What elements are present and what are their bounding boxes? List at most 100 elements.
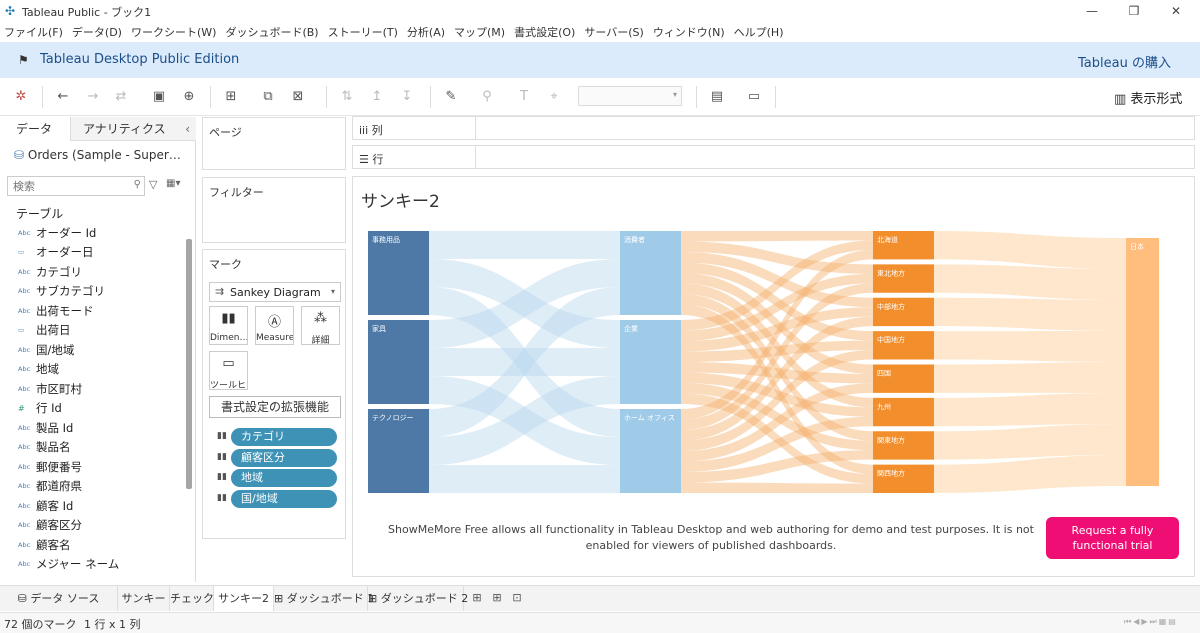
- label-icon[interactable]: T: [515, 88, 533, 106]
- field-list-scrollbar[interactable]: [186, 239, 192, 489]
- dimension-button[interactable]: ▮▮ Dimen…: [209, 306, 248, 345]
- field-item[interactable]: Abc 都道府県: [0, 477, 182, 497]
- list-view-icon[interactable]: ▦▾: [166, 178, 180, 189]
- search-input[interactable]: [8, 177, 126, 195]
- mark-type-dropdown[interactable]: ⇉ Sankey Diagram ▾: [209, 282, 341, 302]
- marks-pill-category[interactable]: カテゴリ: [231, 428, 337, 446]
- request-trial-button[interactable]: Request a fully functional trial: [1046, 517, 1179, 559]
- menu-analysis[interactable]: 分析(A): [407, 24, 445, 40]
- tab-data[interactable]: データ: [0, 117, 70, 141]
- pin-icon[interactable]: ⌖: [545, 88, 563, 106]
- presentation-mode-icon[interactable]: ▭: [745, 88, 763, 106]
- field-item[interactable]: Abc 顧客名: [0, 535, 182, 555]
- field-item[interactable]: Abc 顧客区分: [0, 516, 182, 536]
- tab-sheet-sankey[interactable]: サンキー: [118, 586, 170, 611]
- restore-icon[interactable]: ❐: [1124, 2, 1144, 20]
- menu-data[interactable]: データ(D): [72, 24, 122, 40]
- menu-worksheet[interactable]: ワークシート(W): [131, 24, 216, 40]
- menu-dashboard[interactable]: ダッシュボード(B): [225, 24, 318, 40]
- field-item[interactable]: Abc メジャー ネーム: [0, 555, 182, 575]
- tooltip-button[interactable]: ▭ ツールヒ…: [209, 351, 248, 391]
- sankey-flow[interactable]: [681, 482, 873, 494]
- sheet-navigation-icons[interactable]: ⏮◀▶⏭▦▤: [1124, 617, 1178, 627]
- clear-sheet-icon[interactable]: ⊠: [289, 88, 307, 106]
- sankey-flow[interactable]: [934, 297, 1126, 331]
- save-icon[interactable]: ▣: [150, 88, 168, 106]
- new-worksheet-tab-icon[interactable]: ⊞: [469, 591, 485, 604]
- sankey-chart[interactable]: 事務用品家具テクノロジー 消費者企業ホーム オフィス 北海道東北地方中部地方中国地方…: [353, 213, 1196, 498]
- sankey-flow[interactable]: [429, 465, 620, 493]
- new-worksheet-icon[interactable]: ⊞: [222, 88, 240, 106]
- menu-format[interactable]: 書式設定(O): [514, 24, 575, 40]
- field-item[interactable]: Abc カテゴリ: [0, 262, 182, 282]
- format-extension-button[interactable]: 書式設定の拡張機能: [209, 396, 341, 418]
- sankey-flow[interactable]: [934, 424, 1126, 460]
- field-item[interactable]: ▭ オーダー日: [0, 243, 182, 263]
- replay-icon[interactable]: ⇄: [112, 88, 130, 106]
- tab-sheet-check[interactable]: チェック: [170, 586, 214, 611]
- sort-ascending-icon[interactable]: ↥: [368, 88, 386, 106]
- new-story-tab-icon[interactable]: ⊡: [509, 591, 525, 604]
- field-item[interactable]: Abc オーダー Id: [0, 223, 182, 243]
- sankey-flow[interactable]: [934, 393, 1126, 427]
- detail-button[interactable]: ⁂ 詳細: [301, 306, 340, 346]
- tab-dashboard-2[interactable]: ⊞ ダッシュボード 2: [368, 586, 468, 611]
- marks-pill-segment[interactable]: 顧客区分: [231, 449, 337, 467]
- menu-story[interactable]: ストーリー(T): [328, 24, 398, 40]
- swap-icon[interactable]: ⇅: [338, 88, 356, 106]
- sankey-flow[interactable]: [934, 231, 1126, 269]
- sankey-flow[interactable]: [934, 331, 1126, 362]
- close-icon[interactable]: ✕: [1166, 2, 1186, 20]
- tab-datasource[interactable]: ⛁ データ ソース: [0, 586, 118, 611]
- field-item[interactable]: Abc 製品 Id: [0, 418, 182, 438]
- sankey-flow[interactable]: [934, 455, 1126, 493]
- field-item[interactable]: Abc 国/地域: [0, 340, 182, 360]
- group-icon[interactable]: ⚲: [478, 88, 496, 106]
- marks-pill-region[interactable]: 地域: [231, 469, 337, 487]
- tableau-home-icon[interactable]: ✲: [12, 88, 30, 106]
- marks-pill-country[interactable]: 国/地域: [231, 490, 337, 508]
- field-item[interactable]: Abc 市区町村: [0, 379, 182, 399]
- measure-button[interactable]: Ⓐ Measure: [255, 306, 294, 345]
- highlight-icon[interactable]: ✎: [442, 88, 460, 106]
- sort-descending-icon[interactable]: ↧: [398, 88, 416, 106]
- field-item[interactable]: Abc 地域: [0, 360, 182, 380]
- collapse-pane-icon[interactable]: ‹: [185, 117, 190, 141]
- new-dashboard-tab-icon[interactable]: ⊞: [489, 591, 505, 604]
- sankey-flow[interactable]: [934, 264, 1126, 300]
- fit-dropdown[interactable]: ▾: [578, 86, 682, 106]
- field-item[interactable]: # 行 Id: [0, 399, 182, 419]
- menu-help[interactable]: ヘルプ(H): [734, 24, 784, 40]
- sankey-node[interactable]: [1126, 238, 1159, 486]
- columns-shelf[interactable]: iii 列: [352, 116, 1195, 140]
- field-item[interactable]: Abc 郵便番号: [0, 457, 182, 477]
- filter-icon[interactable]: ▽: [149, 178, 157, 191]
- buy-tableau-link[interactable]: Tableau の購入: [1078, 52, 1171, 71]
- field-item[interactable]: Abc 出荷モード: [0, 301, 182, 321]
- field-item[interactable]: Abc 製品名: [0, 438, 182, 458]
- tab-sheet-sankey2[interactable]: サンキー2: [214, 586, 274, 611]
- sankey-flow[interactable]: [429, 231, 620, 259]
- menu-server[interactable]: サーバー(S): [584, 24, 643, 40]
- minimize-icon[interactable]: —: [1082, 2, 1102, 20]
- tab-dashboard-1[interactable]: ⊞ ダッシュボード 1: [274, 586, 374, 611]
- search-icon[interactable]: ⚲: [134, 179, 141, 190]
- menu-file[interactable]: ファイル(F): [4, 24, 63, 40]
- show-me-button[interactable]: ▥ 表示形式: [1114, 88, 1182, 107]
- field-item[interactable]: ▭ 出荷日: [0, 321, 182, 341]
- sankey-flow[interactable]: [934, 362, 1126, 393]
- datasource-item[interactable]: ⛁ Orders (Sample - Super…: [14, 148, 181, 162]
- field-item[interactable]: Abc サブカテゴリ: [0, 282, 182, 302]
- menu-map[interactable]: マップ(M): [454, 24, 505, 40]
- pages-card[interactable]: ページ: [202, 117, 346, 170]
- duplicate-sheet-icon[interactable]: ⧉: [259, 88, 277, 106]
- menu-window[interactable]: ウィンドウ(N): [653, 24, 725, 40]
- new-datasource-icon[interactable]: ⊕: [180, 88, 198, 106]
- undo-icon[interactable]: ←: [54, 88, 72, 106]
- tab-analytics[interactable]: アナリティクス ‹: [70, 117, 196, 141]
- show-cards-icon[interactable]: ▤: [708, 88, 726, 106]
- filters-card[interactable]: フィルター: [202, 177, 346, 243]
- field-item[interactable]: Abc 顧客 Id: [0, 496, 182, 516]
- sankey-flow[interactable]: [681, 231, 873, 242]
- redo-icon[interactable]: →: [84, 88, 102, 106]
